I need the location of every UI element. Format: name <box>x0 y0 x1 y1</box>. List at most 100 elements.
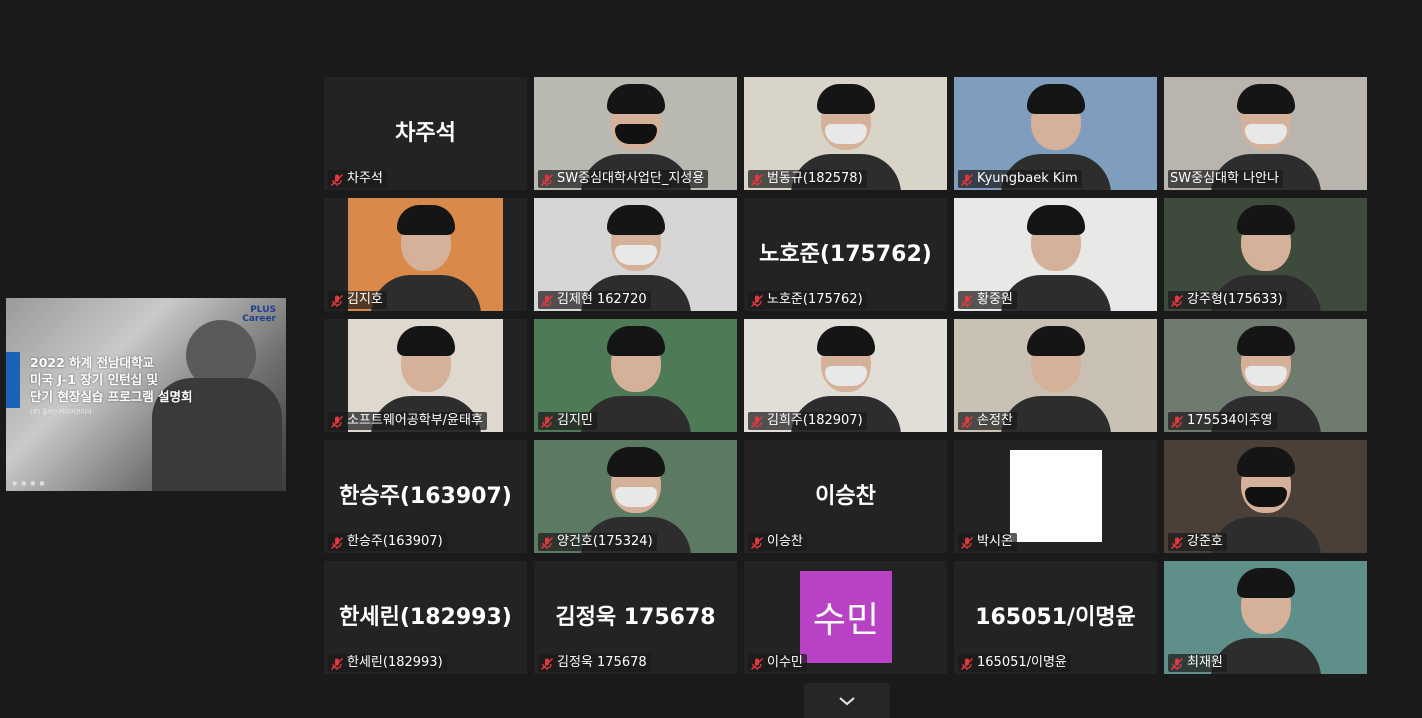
participant-name-label: 범동규(182578) <box>748 170 867 188</box>
mic-muted-icon <box>960 414 974 429</box>
title-line: 2022 하계 전남대학교 <box>30 355 154 370</box>
participant-tile[interactable]: 한세린(182993) 한세린(182993) <box>324 561 527 674</box>
chevron-down-icon <box>839 696 855 705</box>
participant-tile[interactable]: 소프트웨어공학부/윤태후 <box>324 319 527 432</box>
participant-tile[interactable]: 범동규(182578) <box>744 77 947 190</box>
participant-tile[interactable]: SW중심대학 나안나 <box>1164 77 1367 190</box>
participant-tile[interactable]: 황중원 <box>954 198 1157 311</box>
mic-muted-icon <box>960 656 974 671</box>
participant-name: SW중심대학사업단_지성용 <box>557 171 705 186</box>
mic-muted-icon <box>330 414 344 429</box>
participant-name-label: 노호준(175762) <box>748 291 867 309</box>
participant-tile[interactable]: 손정찬 <box>954 319 1157 432</box>
participant-name: 노호준(175762) <box>767 292 863 307</box>
participant-name: 한승주(163907) <box>347 534 443 549</box>
participant-name: 김희주(182907) <box>767 413 863 428</box>
participant-blank-video <box>1010 450 1102 542</box>
title-line: 미국 J-1 장기 인턴십 및 <box>30 372 158 387</box>
participant-name-label: 양건호(175324) <box>538 533 657 551</box>
participant-silhouette <box>1210 441 1321 553</box>
participant-name-display: 한승주(163907) <box>339 483 512 509</box>
participant-tile[interactable]: 박시온 <box>954 440 1157 553</box>
participant-tile[interactable]: Kyungbaek Kim <box>954 77 1157 190</box>
participant-name-label: SW중심대학사업단_지성용 <box>538 170 709 188</box>
participant-name: SW중심대학 나안나 <box>1170 171 1279 186</box>
participant-name-display: 165051/이명윤 <box>975 604 1136 630</box>
participant-name-label: 박시온 <box>958 533 1017 551</box>
participant-tile[interactable]: SW중심대학사업단_지성용 <box>534 77 737 190</box>
title-line: 단기 현장실습 프로그램 설명회 <box>30 389 193 404</box>
participant-name-label: 김정욱 175678 <box>538 654 651 672</box>
participant-tile[interactable]: 양건호(175324) <box>534 440 737 553</box>
participant-tile[interactable]: 김지민 <box>534 319 737 432</box>
participant-name: 박시온 <box>977 534 1013 549</box>
participant-name: 김지민 <box>557 413 593 428</box>
participant-name-display: 이승찬 <box>815 483 876 509</box>
participant-name: 김제현 162720 <box>557 292 647 307</box>
participant-name: 김지호 <box>347 292 383 307</box>
participant-name-label: 김지호 <box>328 291 387 309</box>
participant-tile[interactable]: 165051/이명윤 165051/이명윤 <box>954 561 1157 674</box>
more-videos-button[interactable] <box>804 683 890 718</box>
participant-tile[interactable]: 175534이주영 <box>1164 319 1367 432</box>
participant-name-display: 김정욱 175678 <box>555 604 716 630</box>
participant-name: 양건호(175324) <box>557 534 653 549</box>
mic-muted-icon <box>750 172 764 187</box>
participant-tile[interactable]: 이승찬 이승찬 <box>744 440 947 553</box>
participant-silhouette <box>1000 320 1111 432</box>
participant-name-display: 한세린(182993) <box>339 604 512 630</box>
participant-name-display: 차주석 <box>395 120 456 146</box>
participant-name-label: 차주석 <box>328 170 387 188</box>
participant-tile[interactable]: 김희주(182907) <box>744 319 947 432</box>
shared-screen-thumbnail[interactable]: PLUS Career 2022 하계 전남대학교 미국 J-1 장기 인턴십 … <box>6 298 286 491</box>
participant-name-label: 최재원 <box>1168 654 1227 672</box>
participant-tile[interactable]: 차주석 차주석 <box>324 77 527 190</box>
mic-muted-icon <box>750 293 764 308</box>
mic-muted-icon <box>540 656 554 671</box>
mic-muted-icon <box>960 535 974 550</box>
participant-name: 강준호 <box>1187 534 1223 549</box>
participant-name-label: 김제현 162720 <box>538 291 651 309</box>
participant-tile[interactable]: 김제현 162720 <box>534 198 737 311</box>
participant-name-label: 175534이주영 <box>1168 412 1277 430</box>
participant-tile[interactable]: 한승주(163907) 한승주(163907) <box>324 440 527 553</box>
participant-silhouette <box>1000 199 1111 311</box>
participant-name: 손정찬 <box>977 413 1013 428</box>
participant-tile[interactable]: 강주형(175633) <box>1164 198 1367 311</box>
participant-name: 강주형(175633) <box>1187 292 1283 307</box>
participant-name-label: 강준호 <box>1168 533 1227 551</box>
participant-name-label: 김지민 <box>538 412 597 430</box>
mic-muted-icon <box>540 414 554 429</box>
participant-avatar: 수민 <box>800 571 892 663</box>
mic-muted-icon <box>750 656 764 671</box>
participant-tile[interactable]: 최재원 <box>1164 561 1367 674</box>
participant-name: 175534이주영 <box>1187 413 1273 428</box>
mic-muted-icon <box>960 172 974 187</box>
presentation-subtitle: (주) 플러스커리어코리아 <box>30 409 92 416</box>
title-accent-bar <box>6 352 20 408</box>
participant-name: 황중원 <box>977 292 1013 307</box>
participant-tile[interactable]: 김정욱 175678 김정욱 175678 <box>534 561 737 674</box>
participant-name-display: 노호준(175762) <box>759 241 932 267</box>
participant-name-label: 황중원 <box>958 291 1017 309</box>
participant-name: 이승찬 <box>767 534 803 549</box>
participant-name-label: 한세린(182993) <box>328 654 447 672</box>
mic-muted-icon <box>1170 414 1184 429</box>
participant-tile[interactable]: 노호준(175762) 노호준(175762) <box>744 198 947 311</box>
participant-name: 범동규(182578) <box>767 171 863 186</box>
participant-tile[interactable]: 김지호 <box>324 198 527 311</box>
mic-muted-icon <box>540 535 554 550</box>
participant-name-label: 김희주(182907) <box>748 412 867 430</box>
participant-tile[interactable]: 수민 이수민 <box>744 561 947 674</box>
mic-muted-icon <box>540 293 554 308</box>
participant-name-label: 손정찬 <box>958 412 1017 430</box>
participant-name: 이수민 <box>767 655 803 670</box>
participant-tile[interactable]: 강준호 <box>1164 440 1367 553</box>
participant-name: 165051/이명윤 <box>977 655 1067 670</box>
participant-silhouette <box>370 199 481 311</box>
mic-muted-icon <box>330 535 344 550</box>
mic-muted-icon <box>540 172 554 187</box>
participant-name: 김정욱 175678 <box>557 655 647 670</box>
participant-name-label: 165051/이명윤 <box>958 654 1071 672</box>
plus-career-logo: PLUS Career <box>242 306 276 324</box>
